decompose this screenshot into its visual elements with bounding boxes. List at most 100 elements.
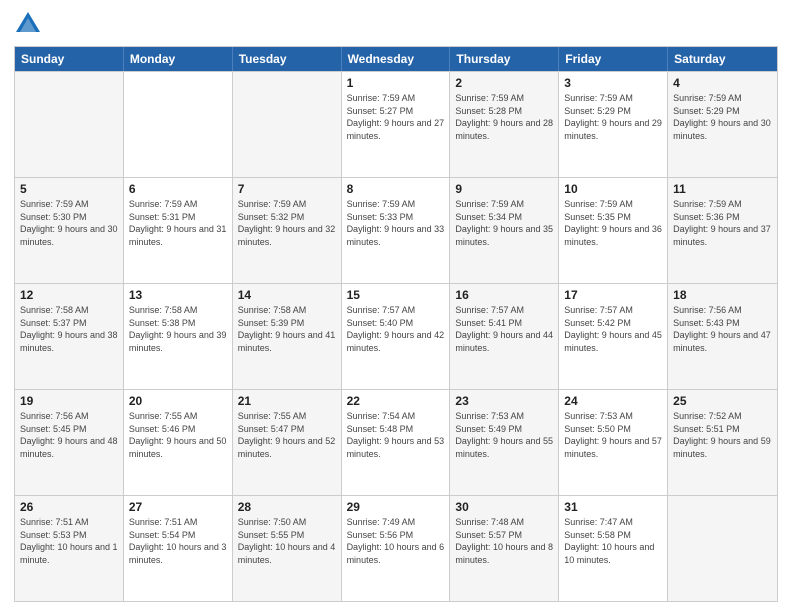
cell-detail: Sunrise: 7:58 AM Sunset: 5:38 PM Dayligh… [129,304,227,354]
header [14,10,778,38]
day-number: 4 [673,76,772,90]
day-number: 5 [20,182,118,196]
week-row-4: 19 Sunrise: 7:56 AM Sunset: 5:45 PM Dayli… [15,389,777,495]
cal-cell: 13Sunrise: 7:58 AM Sunset: 5:38 PM Dayli… [124,284,233,389]
cell-detail: Sunrise: 7:59 AM Sunset: 5:33 PM Dayligh… [347,198,445,248]
cal-cell: 18Sunrise: 7:56 AM Sunset: 5:43 PM Dayli… [668,284,777,389]
cal-cell: 16 Sunrise: 7:57 AM Sunset: 5:41 PM Dayli… [450,284,559,389]
day-number: 27 [129,500,227,514]
cal-cell: 12 Sunrise: 7:58 AM Sunset: 5:37 PM Dayli… [15,284,124,389]
day-number: 6 [129,182,227,196]
day-number: 8 [347,182,445,196]
cell-detail: Sunrise: 7:49 AM Sunset: 5:56 PM Dayligh… [347,516,445,566]
day-number: 10 [564,182,662,196]
header-day-friday: Friday [559,47,668,71]
day-number: 16 [455,288,553,302]
cal-cell [124,72,233,177]
cell-detail: Sunrise: 7:58 AM Sunset: 5:37 PM Dayligh… [20,304,118,354]
day-number: 24 [564,394,662,408]
day-number: 28 [238,500,336,514]
cal-cell: 14 Sunrise: 7:58 AM Sunset: 5:39 PM Dayli… [233,284,342,389]
header-day-tuesday: Tuesday [233,47,342,71]
day-number: 30 [455,500,553,514]
day-number: 7 [238,182,336,196]
day-number: 15 [347,288,445,302]
day-number: 20 [129,394,227,408]
cal-cell: 2 Sunrise: 7:59 AM Sunset: 5:28 PM Daylig… [450,72,559,177]
cal-cell [233,72,342,177]
day-number: 25 [673,394,772,408]
cell-detail: Sunrise: 7:47 AM Sunset: 5:58 PM Dayligh… [564,516,662,566]
day-number: 9 [455,182,553,196]
cell-detail: Sunrise: 7:58 AM Sunset: 5:39 PM Dayligh… [238,304,336,354]
day-number: 23 [455,394,553,408]
cell-detail: Sunrise: 7:59 AM Sunset: 5:34 PM Dayligh… [455,198,553,248]
cal-cell: 7 Sunrise: 7:59 AM Sunset: 5:32 PM Daylig… [233,178,342,283]
cell-detail: Sunrise: 7:57 AM Sunset: 5:42 PM Dayligh… [564,304,662,354]
week-row-5: 26Sunrise: 7:51 AM Sunset: 5:53 PM Dayli… [15,495,777,601]
header-day-sunday: Sunday [15,47,124,71]
day-number: 31 [564,500,662,514]
cal-cell: 9 Sunrise: 7:59 AM Sunset: 5:34 PM Daylig… [450,178,559,283]
cell-detail: Sunrise: 7:57 AM Sunset: 5:41 PM Dayligh… [455,304,553,354]
week-row-1: 1 Sunrise: 7:59 AM Sunset: 5:27 PM Daylig… [15,71,777,177]
cal-cell: 27Sunrise: 7:51 AM Sunset: 5:54 PM Dayli… [124,496,233,601]
cal-cell: 22 Sunrise: 7:54 AM Sunset: 5:48 PM Dayli… [342,390,451,495]
cal-cell: 17 Sunrise: 7:57 AM Sunset: 5:42 PM Dayli… [559,284,668,389]
day-number: 12 [20,288,118,302]
cell-detail: Sunrise: 7:54 AM Sunset: 5:48 PM Dayligh… [347,410,445,460]
header-day-thursday: Thursday [450,47,559,71]
cal-cell: 24 Sunrise: 7:53 AM Sunset: 5:50 PM Dayli… [559,390,668,495]
calendar-body: 1 Sunrise: 7:59 AM Sunset: 5:27 PM Daylig… [15,71,777,601]
cell-detail: Sunrise: 7:59 AM Sunset: 5:28 PM Dayligh… [455,92,553,142]
cell-detail: Sunrise: 7:59 AM Sunset: 5:32 PM Dayligh… [238,198,336,248]
cell-detail: Sunrise: 7:57 AM Sunset: 5:40 PM Dayligh… [347,304,445,354]
cell-detail: Sunrise: 7:59 AM Sunset: 5:30 PM Dayligh… [20,198,118,248]
cell-detail: Sunrise: 7:53 AM Sunset: 5:50 PM Dayligh… [564,410,662,460]
logo [14,10,46,38]
cell-detail: Sunrise: 7:50 AM Sunset: 5:55 PM Dayligh… [238,516,336,566]
cal-cell [15,72,124,177]
week-row-2: 5 Sunrise: 7:59 AM Sunset: 5:30 PM Daylig… [15,177,777,283]
cell-detail: Sunrise: 7:52 AM Sunset: 5:51 PM Dayligh… [673,410,772,460]
cal-cell: 31 Sunrise: 7:47 AM Sunset: 5:58 PM Dayli… [559,496,668,601]
cal-cell: 25 Sunrise: 7:52 AM Sunset: 5:51 PM Dayli… [668,390,777,495]
cal-cell: 4Sunrise: 7:59 AM Sunset: 5:29 PM Daylig… [668,72,777,177]
day-number: 29 [347,500,445,514]
cell-detail: Sunrise: 7:51 AM Sunset: 5:53 PM Dayligh… [20,516,118,566]
cell-detail: Sunrise: 7:53 AM Sunset: 5:49 PM Dayligh… [455,410,553,460]
cal-cell [668,496,777,601]
day-number: 14 [238,288,336,302]
cal-cell: 8 Sunrise: 7:59 AM Sunset: 5:33 PM Daylig… [342,178,451,283]
week-row-3: 12 Sunrise: 7:58 AM Sunset: 5:37 PM Dayli… [15,283,777,389]
cal-cell: 3Sunrise: 7:59 AM Sunset: 5:29 PM Daylig… [559,72,668,177]
logo-icon [14,10,42,38]
cell-detail: Sunrise: 7:59 AM Sunset: 5:31 PM Dayligh… [129,198,227,248]
calendar: SundayMondayTuesdayWednesdayThursdayFrid… [14,46,778,602]
cal-cell: 26Sunrise: 7:51 AM Sunset: 5:53 PM Dayli… [15,496,124,601]
day-number: 11 [673,182,772,196]
day-number: 17 [564,288,662,302]
cell-detail: Sunrise: 7:59 AM Sunset: 5:36 PM Dayligh… [673,198,772,248]
cal-cell: 21Sunrise: 7:55 AM Sunset: 5:47 PM Dayli… [233,390,342,495]
cell-detail: Sunrise: 7:55 AM Sunset: 5:46 PM Dayligh… [129,410,227,460]
day-number: 21 [238,394,336,408]
cal-cell: 10 Sunrise: 7:59 AM Sunset: 5:35 PM Dayli… [559,178,668,283]
day-number: 2 [455,76,553,90]
header-day-monday: Monday [124,47,233,71]
header-day-wednesday: Wednesday [342,47,451,71]
cell-detail: Sunrise: 7:48 AM Sunset: 5:57 PM Dayligh… [455,516,553,566]
day-number: 1 [347,76,445,90]
calendar-header: SundayMondayTuesdayWednesdayThursdayFrid… [15,47,777,71]
cal-cell: 29 Sunrise: 7:49 AM Sunset: 5:56 PM Dayli… [342,496,451,601]
day-number: 22 [347,394,445,408]
cell-detail: Sunrise: 7:59 AM Sunset: 5:35 PM Dayligh… [564,198,662,248]
cell-detail: Sunrise: 7:56 AM Sunset: 5:45 PM Dayligh… [20,410,118,460]
cal-cell: 19 Sunrise: 7:56 AM Sunset: 5:45 PM Dayli… [15,390,124,495]
day-number: 19 [20,394,118,408]
cal-cell: 5 Sunrise: 7:59 AM Sunset: 5:30 PM Daylig… [15,178,124,283]
page: SundayMondayTuesdayWednesdayThursdayFrid… [0,0,792,612]
cell-detail: Sunrise: 7:59 AM Sunset: 5:27 PM Dayligh… [347,92,445,142]
cell-detail: Sunrise: 7:56 AM Sunset: 5:43 PM Dayligh… [673,304,772,354]
cal-cell: 11 Sunrise: 7:59 AM Sunset: 5:36 PM Dayli… [668,178,777,283]
